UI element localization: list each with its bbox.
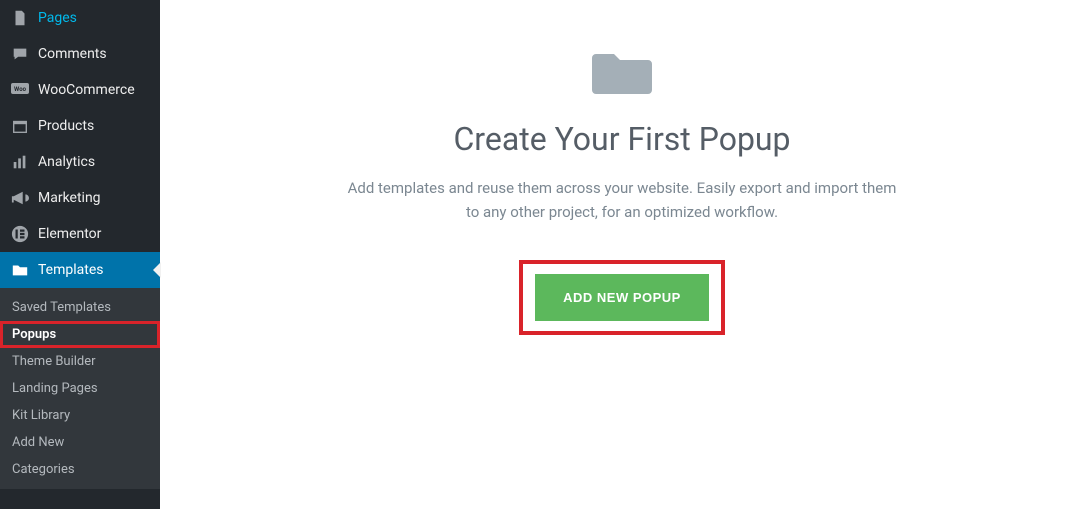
sidebar-item-pages[interactable]: Pages bbox=[0, 0, 160, 36]
sidebar-item-products[interactable]: Products bbox=[0, 108, 160, 144]
comments-icon bbox=[10, 44, 30, 64]
submenu-saved-templates[interactable]: Saved Templates bbox=[0, 294, 160, 321]
submenu-landing-pages[interactable]: Landing Pages bbox=[0, 375, 160, 402]
sidebar-item-label: Elementor bbox=[38, 226, 101, 242]
elementor-icon bbox=[10, 224, 30, 244]
sidebar-item-label: Analytics bbox=[38, 154, 95, 170]
sidebar-item-templates[interactable]: Templates bbox=[0, 252, 160, 288]
sidebar-item-elementor[interactable]: Elementor bbox=[0, 216, 160, 252]
woocommerce-icon: Woo bbox=[10, 80, 30, 100]
page-description: Add templates and reuse them across your… bbox=[342, 176, 902, 224]
svg-text:Woo: Woo bbox=[14, 86, 27, 93]
templates-icon bbox=[10, 260, 30, 280]
sidebar-item-label: Marketing bbox=[38, 190, 101, 206]
sidebar-item-label: Templates bbox=[38, 262, 104, 278]
folder-icon bbox=[592, 48, 652, 96]
sidebar-item-analytics[interactable]: Analytics bbox=[0, 144, 160, 180]
submenu-popups[interactable]: Popups bbox=[0, 321, 160, 348]
sidebar-item-label: Products bbox=[38, 118, 94, 134]
main-content: Create Your First Popup Add templates an… bbox=[160, 0, 1084, 509]
analytics-icon bbox=[10, 152, 30, 172]
sidebar-item-comments[interactable]: Comments bbox=[0, 36, 160, 72]
sidebar-item-label: WooCommerce bbox=[38, 82, 135, 98]
templates-submenu: Saved Templates Popups Theme Builder Lan… bbox=[0, 288, 160, 489]
submenu-theme-builder[interactable]: Theme Builder bbox=[0, 348, 160, 375]
sidebar-item-label: Pages bbox=[38, 10, 77, 26]
submenu-add-new[interactable]: Add New bbox=[0, 429, 160, 456]
marketing-icon bbox=[10, 188, 30, 208]
button-highlight-box: ADD NEW POPUP bbox=[519, 260, 725, 335]
submenu-categories[interactable]: Categories bbox=[0, 456, 160, 483]
page-title: Create Your First Popup bbox=[453, 120, 790, 158]
sidebar-item-label: Comments bbox=[38, 46, 107, 62]
sidebar-item-woocommerce[interactable]: Woo WooCommerce bbox=[0, 72, 160, 108]
add-new-popup-button[interactable]: ADD NEW POPUP bbox=[535, 274, 709, 321]
sidebar-item-marketing[interactable]: Marketing bbox=[0, 180, 160, 216]
admin-sidebar: Pages Comments Woo WooCommerce Products … bbox=[0, 0, 160, 509]
pages-icon bbox=[10, 8, 30, 28]
products-icon bbox=[10, 116, 30, 136]
submenu-kit-library[interactable]: Kit Library bbox=[0, 402, 160, 429]
